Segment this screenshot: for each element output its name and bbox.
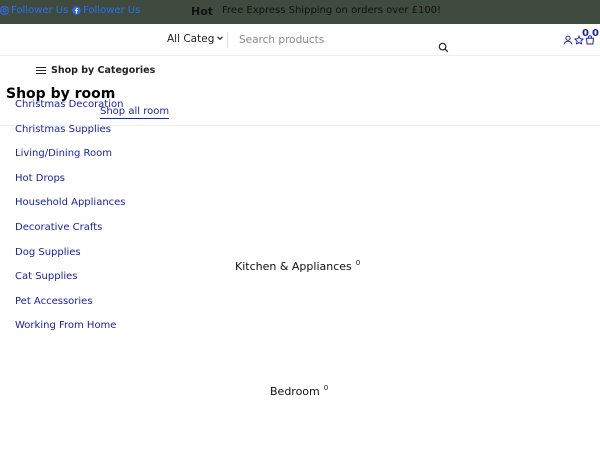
shop-by-categories-label: Shop by Categories [51,65,156,76]
promo-text: Free Express Shipping on orders over £10… [222,5,442,16]
hamburger-icon [36,66,46,75]
section-kitchen-appliances[interactable]: Kitchen & Appliances 0 [235,259,360,273]
menu-item[interactable]: Cat Supplies [15,271,126,296]
menu-item[interactable]: Decorative Crafts [15,222,126,247]
category-select[interactable]: All Categ [167,33,224,45]
menu-item[interactable]: Pet Accessories [15,296,126,321]
menu-item[interactable]: Household Appliances [15,197,126,222]
menu-item[interactable]: Christmas Supplies [15,124,126,149]
cart-count-badge: 0 [592,28,599,39]
user-icon[interactable] [563,35,573,45]
search-input[interactable] [234,30,434,50]
search-icon[interactable] [438,38,450,53]
site-header: All Categ 0 0 [0,24,600,56]
menu-item[interactable]: Living/Dining Room [15,148,126,173]
facebook-icon [72,6,81,15]
category-select-value: All Categ [167,33,215,45]
follow-link-2[interactable]: Follower Us [72,5,140,16]
announcement-bar: Follower Us Follower Us Hot Free Express… [0,0,600,24]
menu-item[interactable]: Dog Supplies [15,247,126,272]
wishlist-count-badge: 0 [582,28,589,39]
section-count: 0 [355,259,361,267]
follow-link-1-label: Follower Us [11,5,69,16]
menu-item[interactable]: Hot Drops [15,173,126,198]
follow-link-1[interactable]: Follower Us [0,5,68,16]
shop-by-categories-toggle[interactable]: Shop by Categories [36,65,155,76]
section-bedroom[interactable]: Bedroom 0 [270,384,328,398]
menu-item[interactable]: Working From Home [15,320,126,345]
divider [227,32,228,48]
category-menu: Christmas Decoration Christmas Supplies … [15,99,126,345]
chevron-down-icon [216,33,224,45]
shop-all-room-link[interactable]: Shop all room [100,106,170,119]
follow-link-2-label: Follower Us [83,5,141,16]
section-title: Bedroom [270,385,320,398]
header-icons [563,35,595,45]
shop-by-room-title: Shop by room [6,86,116,102]
hot-label: Hot [191,5,214,18]
instagram-icon [0,6,9,15]
section-title: Kitchen & Appliances [235,260,352,273]
section-count: 0 [323,384,329,392]
